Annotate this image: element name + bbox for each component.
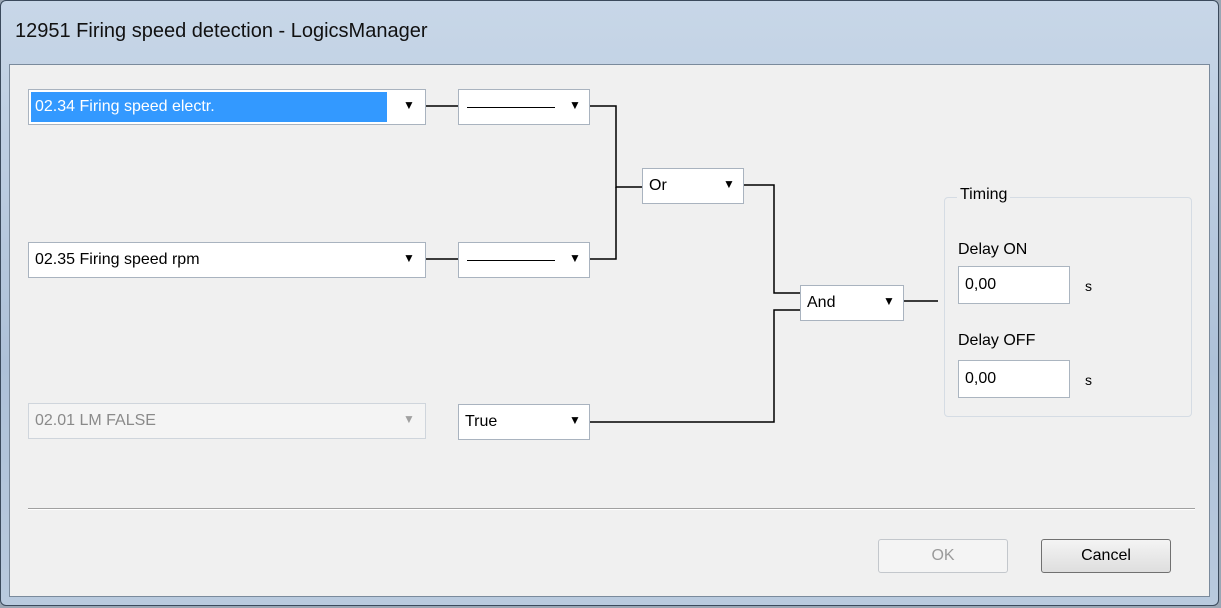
sign3-value: True [465,413,498,430]
delay-on-input[interactable]: 0,00 [958,266,1070,304]
input2-value: 02.35 Firing speed rpm [35,251,200,268]
delay-off-value: 0,00 [965,370,997,387]
input1-value: 02.34 Firing speed electr. [35,98,215,115]
delay-on-value: 0,00 [965,276,997,293]
operator1-value: Or [649,177,667,194]
delay-off-input[interactable]: 0,00 [958,360,1070,398]
sign2-dash [467,260,555,261]
title-bar[interactable]: 12951 Firing speed detection - LogicsMan… [1,1,1218,63]
input3-select: 02.01 LM FALSE ▼ [28,403,426,439]
sign3-select[interactable]: True ▼ [458,404,590,440]
delay-on-label: Delay ON [958,241,1028,258]
input2-select[interactable]: 02.35 Firing speed rpm ▼ [28,242,426,278]
delay-off-label: Delay OFF [958,332,1036,349]
input3-value: 02.01 LM FALSE [35,412,156,429]
chevron-down-icon: ▼ [403,412,415,426]
wire-sign2-or [590,187,617,260]
chevron-down-icon[interactable]: ▼ [883,294,895,308]
chevron-down-icon[interactable]: ▼ [569,413,581,427]
separator [28,508,1195,510]
chevron-down-icon[interactable]: ▼ [723,177,735,191]
window-title: 12951 Firing speed detection - LogicsMan… [15,20,428,42]
chevron-down-icon[interactable]: ▼ [403,98,415,112]
sign1-dash [467,107,555,108]
wire-sign3-and [590,309,800,423]
sign1-select[interactable]: ▼ [458,89,590,125]
operator2-select[interactable]: And ▼ [800,285,904,321]
delay-on-unit: s [1085,278,1092,294]
operator1-select[interactable]: Or ▼ [642,168,744,204]
timing-title: Timing [957,186,1011,204]
dialog-client-area: 02.34 Firing speed electr. ▼ 02.35 Firin… [9,64,1210,597]
input1-select[interactable]: 02.34 Firing speed electr. ▼ [28,89,426,125]
wire-or-and [744,184,800,294]
delay-off-unit: s [1085,372,1092,388]
cancel-button[interactable]: Cancel [1041,539,1171,573]
chevron-down-icon[interactable]: ▼ [569,251,581,265]
operator2-value: And [807,294,836,311]
timing-group: Timing Delay ON 0,00 s Delay OFF 0,00 s [944,186,1192,417]
wire-sign1-or [590,105,642,188]
dialog-window: 12951 Firing speed detection - LogicsMan… [0,0,1219,606]
sign2-select[interactable]: ▼ [458,242,590,278]
chevron-down-icon[interactable]: ▼ [403,251,415,265]
chevron-down-icon[interactable]: ▼ [569,98,581,112]
ok-button[interactable]: OK [878,539,1008,573]
